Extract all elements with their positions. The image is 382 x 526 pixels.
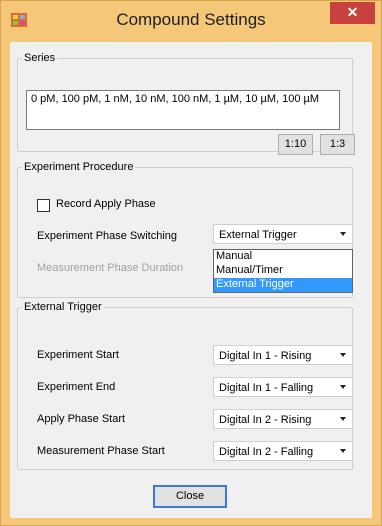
close-icon: ✕ [346, 4, 359, 20]
record-apply-phase-checkbox[interactable] [37, 199, 50, 212]
apply-phase-start-select[interactable]: Digital In 2 - Rising [213, 409, 353, 429]
phase-switching-value: External Trigger [219, 229, 297, 241]
record-apply-phase-label[interactable]: Record Apply Phase [56, 198, 156, 210]
measurement-duration-label: Measurement Phase Duration [37, 262, 184, 274]
experiment-end-value: Digital In 1 - Falling [219, 382, 314, 394]
measurement-phase-start-label: Measurement Phase Start [37, 445, 165, 457]
dropdown-option-manual-timer[interactable]: Manual/Timer [214, 264, 352, 278]
series-input[interactable]: 0 pM, 100 pM, 1 nM, 10 nM, 100 nM, 1 µM,… [26, 90, 340, 130]
chevron-down-icon [340, 417, 346, 421]
dropdown-option-manual[interactable]: Manual [214, 250, 352, 264]
title-bar[interactable]: Compound Settings ✕ [1, 1, 381, 39]
experiment-end-label: Experiment End [37, 381, 116, 393]
apply-phase-start-value: Digital In 2 - Rising [219, 414, 312, 426]
close-window-button[interactable]: ✕ [330, 2, 375, 24]
experiment-start-label: Experiment Start [37, 349, 119, 361]
dropdown-option-external-trigger[interactable]: External Trigger [214, 278, 352, 292]
chevron-down-icon [340, 449, 346, 453]
series-group: Series 0 pM, 100 pM, 1 nM, 10 nM, 100 nM… [17, 52, 355, 155]
experiment-start-value: Digital In 1 - Rising [219, 350, 312, 362]
ratio-1-3-button[interactable]: 1:3 [320, 134, 355, 155]
window-title: Compound Settings [116, 10, 266, 29]
ratio-1-10-button[interactable]: 1:10 [278, 134, 313, 155]
chevron-down-icon [340, 385, 346, 389]
external-trigger-title: External Trigger [24, 301, 102, 313]
phase-switching-dropdown-list[interactable]: Manual Manual/Timer External Trigger [213, 249, 353, 293]
chevron-down-icon [340, 232, 346, 236]
chevron-down-icon [340, 353, 346, 357]
phase-switching-label: Experiment Phase Switching [37, 230, 178, 242]
close-button[interactable]: Close [153, 485, 227, 508]
dialog-body: Series 0 pM, 100 pM, 1 nM, 10 nM, 100 nM… [10, 42, 372, 518]
measurement-phase-start-value: Digital In 2 - Falling [219, 446, 314, 458]
experiment-end-select[interactable]: Digital In 1 - Falling [213, 377, 353, 397]
phase-switching-select[interactable]: External Trigger [213, 224, 353, 244]
measurement-phase-start-select[interactable]: Digital In 2 - Falling [213, 441, 353, 461]
series-group-title: Series [24, 52, 56, 64]
apply-phase-start-label: Apply Phase Start [37, 413, 126, 425]
compound-settings-window: Compound Settings ✕ Series 0 pM, 100 pM,… [0, 0, 382, 526]
experiment-procedure-title: Experiment Procedure [24, 161, 134, 173]
external-trigger-group: External Trigger Experiment Start Digita… [17, 301, 353, 470]
experiment-start-select[interactable]: Digital In 1 - Rising [213, 345, 353, 365]
